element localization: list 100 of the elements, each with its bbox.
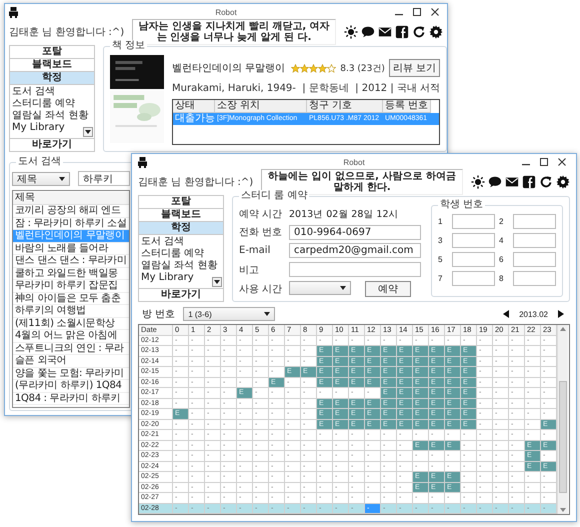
input-field[interactable] bbox=[513, 214, 556, 229]
search-field[interactable]: 하루키 bbox=[78, 171, 130, 186]
brightness-icon[interactable] bbox=[471, 175, 485, 189]
input-field[interactable] bbox=[513, 252, 556, 267]
slot-number: 8 bbox=[499, 274, 504, 283]
brightness-icon[interactable] bbox=[344, 25, 358, 39]
settings-icon[interactable] bbox=[556, 175, 570, 189]
dropdown-button[interactable] bbox=[83, 127, 93, 137]
slot-number: 2 bbox=[499, 217, 504, 226]
caret-icon bbox=[214, 280, 220, 284]
column-header: 제목 bbox=[13, 192, 129, 205]
group-label: 도서 검색 bbox=[16, 156, 64, 168]
book-title: 벨런타인데이의 무말랭이 bbox=[172, 62, 286, 75]
robot-icon bbox=[9, 6, 18, 18]
field-label: 예약 시간 bbox=[239, 208, 284, 222]
mail-icon[interactable] bbox=[505, 175, 519, 189]
input-field[interactable]: carpedm20@gmail.com bbox=[289, 243, 421, 258]
input-field[interactable] bbox=[452, 271, 495, 286]
nav-item[interactable]: 스터디룸 예약 bbox=[12, 98, 76, 110]
field-label: 비고 bbox=[239, 264, 260, 277]
close-icon bbox=[558, 158, 566, 166]
input-field[interactable] bbox=[289, 262, 421, 278]
result-item[interactable]: (제11회) 소월시문학상 bbox=[13, 318, 129, 330]
scrollbar[interactable] bbox=[557, 325, 568, 514]
scroll-up-icon[interactable] bbox=[560, 327, 566, 331]
chat-icon[interactable] bbox=[361, 25, 375, 39]
result-item[interactable]: 양을 쫓는 모험: 무라카미 bbox=[13, 368, 129, 380]
dropdown-button[interactable] bbox=[212, 277, 222, 287]
chat-icon[interactable] bbox=[488, 175, 502, 189]
mail-icon[interactable] bbox=[378, 25, 392, 39]
input-field[interactable]: 010-9964-0697 bbox=[289, 224, 421, 240]
group-label: 책 정보 bbox=[110, 40, 148, 52]
field-label: 전화 번호 bbox=[239, 226, 284, 240]
nav-item[interactable]: My Library bbox=[12, 122, 65, 134]
caret-icon bbox=[340, 286, 346, 290]
search-type-dropdown[interactable]: 제목 bbox=[12, 172, 70, 186]
result-item[interactable]: 4월의 어느 맑은 아침에 bbox=[13, 330, 129, 342]
settings-icon[interactable] bbox=[429, 25, 443, 39]
result-item[interactable]: 코끼리 공장의 해피 엔드 bbox=[13, 205, 129, 218]
room-label: 방 번호 bbox=[142, 308, 176, 321]
input-field[interactable] bbox=[452, 233, 495, 248]
star-icon bbox=[327, 64, 336, 72]
robot-icon bbox=[138, 156, 147, 168]
refresh-icon[interactable] bbox=[539, 175, 553, 189]
nav-button[interactable]: 블랙보드 bbox=[9, 58, 95, 72]
nav-item[interactable]: 도서 검색 bbox=[141, 236, 184, 248]
result-item[interactable]: 벨런타인데이의 무말랭이 bbox=[13, 230, 129, 242]
input-field[interactable] bbox=[452, 214, 495, 229]
input-field[interactable] bbox=[452, 252, 495, 267]
result-item[interactable]: (무라카미 하루키) 1Q84 bbox=[13, 380, 129, 392]
maximize-icon bbox=[540, 158, 548, 166]
nav-item[interactable]: 열람실 좌석 현황 bbox=[12, 110, 88, 122]
nav-button[interactable]: 학정 bbox=[9, 71, 95, 85]
nav-button[interactable]: 블랙보드 bbox=[138, 208, 224, 222]
result-item[interactable]: 神의 아이들은 모두 춤춘 bbox=[13, 292, 129, 305]
result-item[interactable]: 무라카미 하루키 잡문집 bbox=[13, 280, 129, 292]
reservation-time-text: 2013년 02월 28일 12시 bbox=[289, 208, 400, 221]
maximize-icon bbox=[413, 8, 421, 16]
welcome-text: 김태훈 님 환영합니다 :^) bbox=[138, 176, 254, 189]
window-title: Robot bbox=[343, 158, 365, 166]
caret-icon bbox=[59, 176, 65, 180]
slot-number: 4 bbox=[499, 236, 504, 245]
square-logo-icon[interactable] bbox=[522, 175, 536, 189]
shortcut-button[interactable]: 바로가기 bbox=[9, 138, 95, 152]
result-item[interactable]: 댄스 댄스 댄스 : 무라카미 bbox=[13, 255, 129, 268]
result-item[interactable]: 쿨하고 와일드한 백일몽 bbox=[13, 268, 129, 280]
scroll-down-icon[interactable] bbox=[560, 508, 566, 512]
input-field[interactable] bbox=[513, 271, 556, 286]
group-label: 학생 번호 bbox=[438, 199, 486, 211]
caret-icon bbox=[85, 130, 91, 134]
nav-button[interactable]: 포탈 bbox=[9, 45, 95, 59]
result-item[interactable]: 하루키의 여행법 bbox=[13, 305, 129, 318]
review-button[interactable]: 리뷰 보기 bbox=[388, 59, 440, 77]
book-meta-text: Murakami, Haruki, 1949- | 문학동네 | 2012 | 국내 서적 bbox=[172, 82, 440, 95]
input-field[interactable] bbox=[513, 233, 556, 248]
room-dropdown[interactable]: 1 (3-6) bbox=[183, 307, 276, 321]
result-item[interactable]: 바람의 노래를 들어라 bbox=[13, 242, 129, 255]
result-item[interactable]: 슬픈 외국어 bbox=[13, 355, 129, 368]
nav-button[interactable]: 학정 bbox=[138, 221, 224, 235]
slot-number: 1 bbox=[438, 217, 444, 226]
star-icon bbox=[318, 64, 328, 72]
nav-item[interactable]: My Library bbox=[141, 272, 194, 284]
refresh-icon[interactable] bbox=[412, 25, 426, 39]
result-item[interactable]: 스푸트니크의 연인 : 무라 bbox=[13, 342, 129, 355]
slot-number: 7 bbox=[438, 274, 444, 283]
nav-item[interactable]: 열람실 좌석 현황 bbox=[141, 260, 218, 272]
star-icon bbox=[291, 64, 300, 72]
reserve-button[interactable]: 예약 bbox=[365, 280, 411, 297]
nav-item[interactable]: 스터디룸 예약 bbox=[141, 248, 204, 260]
nav-item[interactable]: 도서 검색 bbox=[12, 86, 56, 98]
welcome-text: 김태훈 님 환영합니다 :^) bbox=[9, 26, 124, 39]
previous-icon[interactable] bbox=[503, 310, 510, 318]
square-logo-icon[interactable] bbox=[395, 25, 409, 39]
next-icon[interactable] bbox=[558, 310, 564, 318]
column-header: 등록 번호 bbox=[383, 100, 431, 113]
shortcut-button[interactable]: 바로가기 bbox=[138, 288, 224, 302]
nav-button[interactable]: 포탈 bbox=[138, 195, 224, 209]
star-icon bbox=[309, 64, 318, 72]
field-label: E-mail bbox=[239, 245, 272, 256]
result-item[interactable]: 1Q84 : 무라카미 하루키 bbox=[13, 392, 129, 405]
